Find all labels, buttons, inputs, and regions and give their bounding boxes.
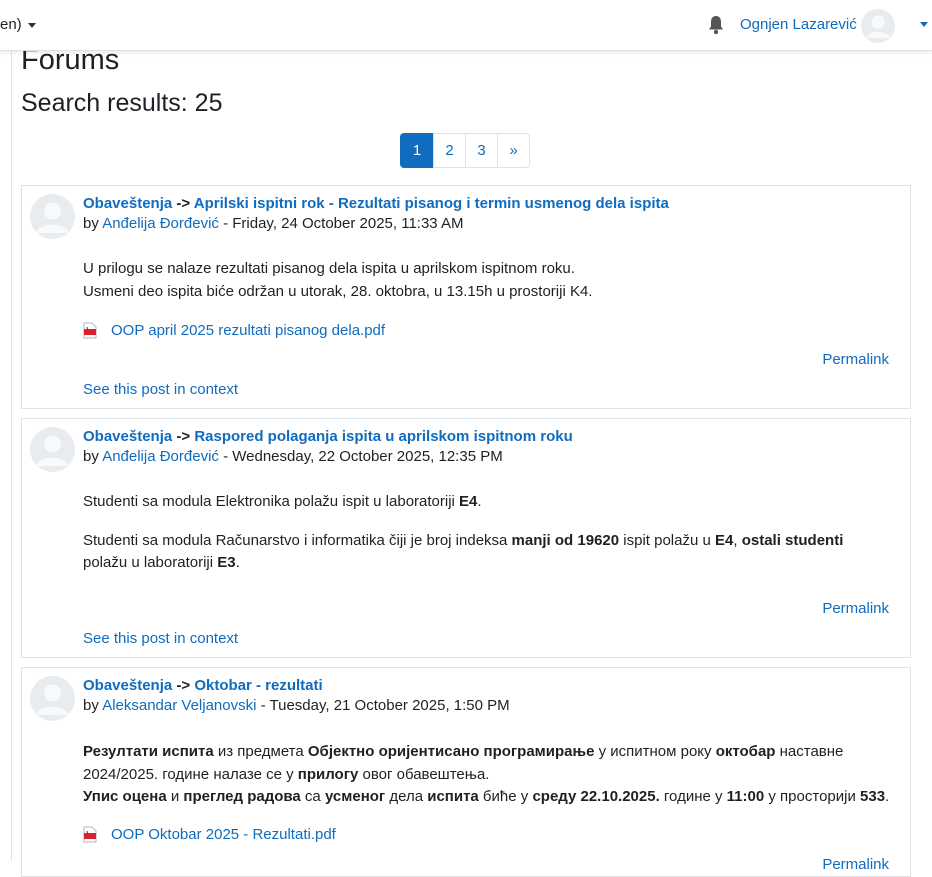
text-run: у испитном року bbox=[594, 743, 716, 760]
post-content: Studenti sa modula Elektronika polažu is… bbox=[83, 491, 890, 575]
author-link[interactable]: Anđelija Đorđević bbox=[102, 448, 219, 465]
user-menu-chevron-icon[interactable] bbox=[920, 22, 928, 27]
text-run-bold: усменог bbox=[324, 788, 386, 805]
forum-link[interactable]: Obaveštenja bbox=[83, 677, 172, 694]
author-link[interactable]: Anđelija Đorđević bbox=[102, 215, 219, 232]
post-paragraph: Упис оцена и преглед радова са усменог д… bbox=[83, 786, 896, 809]
page-link-1[interactable]: 1 bbox=[400, 133, 434, 168]
text-run-bold: испита bbox=[427, 788, 479, 805]
see-in-context-link[interactable]: See this post in context bbox=[83, 630, 238, 647]
text-run-bold: Резултати испита bbox=[83, 743, 214, 760]
author-avatar[interactable] bbox=[30, 676, 75, 721]
post-byline: by Anđelija Đorđević - Friday, 24 Octobe… bbox=[83, 215, 464, 232]
author-link[interactable]: Aleksandar Veljanovski bbox=[102, 697, 256, 714]
text-run-bold: manji od 19620 bbox=[511, 531, 620, 549]
text-run-bold: 533 bbox=[860, 788, 886, 805]
by-label: by bbox=[83, 215, 99, 232]
post-paragraph: Studenti sa modula Elektronika polažu is… bbox=[83, 491, 890, 514]
page-link-2[interactable]: 2 bbox=[433, 133, 466, 168]
post-byline: by Aleksandar Veljanovski - Tuesday, 21 … bbox=[83, 697, 510, 714]
chevron-down-icon bbox=[27, 22, 36, 28]
subject-arrow: -> bbox=[176, 195, 191, 212]
text-run: из предмета bbox=[213, 743, 308, 760]
post-date: - Wednesday, 22 October 2025, 12:35 PM bbox=[218, 448, 503, 465]
permalink[interactable]: Permalink bbox=[822, 856, 889, 873]
by-label: by bbox=[83, 448, 99, 465]
forum-post: Obaveštenja -> Raspored polaganja ispita… bbox=[21, 418, 911, 658]
text-run-bold: E4 bbox=[715, 531, 734, 549]
post-date: - Friday, 24 October 2025, 11:33 AM bbox=[218, 215, 464, 232]
text-run: и bbox=[166, 788, 184, 805]
text-run-bold: среду 22.10.2025. bbox=[532, 788, 660, 805]
text-run: Studenti sa modula Elektronika polažu is… bbox=[83, 493, 460, 510]
text-run: године у bbox=[659, 788, 727, 805]
discussion-link[interactable]: Raspored polaganja ispita u aprilskom is… bbox=[194, 428, 572, 445]
text-run: дела bbox=[385, 788, 428, 805]
forum-link[interactable]: Obaveštenja bbox=[83, 195, 172, 212]
forum-post: Obaveštenja -> Aprilski ispitni rok - Re… bbox=[21, 185, 911, 409]
pdf-file-icon bbox=[83, 322, 97, 339]
post-content: Резултати испита из предмета Објектно ор… bbox=[83, 741, 896, 809]
author-avatar[interactable] bbox=[30, 194, 75, 239]
post-line: Usmeni deo ispita biće održan u utorak, … bbox=[83, 282, 593, 300]
page-link-3[interactable]: 3 bbox=[465, 133, 498, 168]
post-byline: by Anđelija Đorđević - Wednesday, 22 Oct… bbox=[83, 448, 503, 465]
post-date: - Tuesday, 21 October 2025, 1:50 PM bbox=[256, 697, 510, 714]
subject-arrow: -> bbox=[176, 677, 191, 694]
post-subject: Obaveštenja -> Oktobar - rezultati bbox=[83, 677, 323, 694]
post-line: U prilogu se nalaze rezultati pisanog de… bbox=[83, 260, 575, 277]
post-paragraph: Резултати испита из предмета Објектно ор… bbox=[83, 741, 896, 786]
language-menu[interactable]: en) bbox=[0, 16, 36, 33]
author-avatar[interactable] bbox=[30, 427, 75, 472]
post-paragraph: Studenti sa modula Računarstvo i informa… bbox=[83, 530, 890, 575]
language-label: en) bbox=[0, 16, 22, 33]
text-run-bold: октобар bbox=[715, 743, 776, 760]
post-subject: Obaveštenja -> Raspored polaganja ispita… bbox=[83, 428, 573, 445]
bell-icon[interactable] bbox=[707, 15, 725, 35]
user-name-link[interactable]: Ognjen Lazarević bbox=[740, 16, 857, 33]
text-run: Studenti sa modula Računarstvo i informa… bbox=[83, 531, 512, 549]
subject-arrow: -> bbox=[176, 428, 191, 445]
pdf-file-icon bbox=[83, 826, 97, 843]
search-results-heading: Search results: 25 bbox=[21, 89, 223, 117]
text-run: , bbox=[733, 531, 742, 549]
text-run: са bbox=[300, 788, 325, 805]
next-page-link[interactable]: » bbox=[497, 133, 530, 168]
permalink[interactable]: Permalink bbox=[822, 600, 889, 617]
text-run: polažu u laboratoriji bbox=[83, 554, 218, 571]
top-navbar: en) Ognjen Lazarević bbox=[0, 0, 932, 51]
text-run: . bbox=[885, 788, 890, 805]
post-content: U prilogu se nalaze rezultati pisanog de… bbox=[83, 258, 890, 303]
by-label: by bbox=[83, 697, 99, 714]
text-run: овог обавештења. bbox=[358, 765, 490, 783]
text-run-bold: прилогу bbox=[297, 765, 359, 783]
attachment[interactable]: OOP Oktobar 2025 - Rezultati.pdf bbox=[83, 826, 336, 843]
text-run: биће у bbox=[478, 788, 533, 805]
text-run: . bbox=[235, 554, 240, 571]
text-run-bold: E3 bbox=[217, 554, 236, 571]
attachment[interactable]: OOP april 2025 rezultati pisanog dela.pd… bbox=[83, 322, 385, 339]
forum-post: Obaveštenja -> Oktobar - rezultati by Al… bbox=[21, 667, 911, 877]
text-run-bold: ostali studenti bbox=[741, 531, 844, 549]
discussion-link[interactable]: Aprilski ispitni rok - Rezultati pisanog… bbox=[194, 195, 669, 212]
text-run: . bbox=[477, 493, 482, 510]
attachment-link[interactable]: OOP Oktobar 2025 - Rezultati.pdf bbox=[111, 826, 336, 843]
text-run: ispit polažu u bbox=[619, 531, 715, 549]
post-subject: Obaveštenja -> Aprilski ispitni rok - Re… bbox=[83, 195, 669, 212]
text-run-bold: E4 bbox=[459, 493, 478, 510]
see-in-context-link[interactable]: See this post in context bbox=[83, 381, 238, 398]
forum-link[interactable]: Obaveštenja bbox=[83, 428, 172, 445]
text-run-bold: Објектно оријентисано програмирање bbox=[307, 743, 595, 760]
text-run-bold: Упис оцена bbox=[83, 788, 167, 805]
text-run: у просторији bbox=[764, 788, 861, 805]
user-avatar[interactable] bbox=[861, 9, 895, 43]
pagination: 1 2 3 » bbox=[400, 133, 530, 168]
text-run-bold: 11:00 bbox=[726, 788, 765, 805]
permalink[interactable]: Permalink bbox=[822, 351, 889, 368]
attachment-link[interactable]: OOP april 2025 rezultati pisanog dela.pd… bbox=[111, 322, 385, 339]
discussion-link[interactable]: Oktobar - rezultati bbox=[194, 677, 322, 694]
text-run-bold: преглед радова bbox=[183, 788, 301, 805]
